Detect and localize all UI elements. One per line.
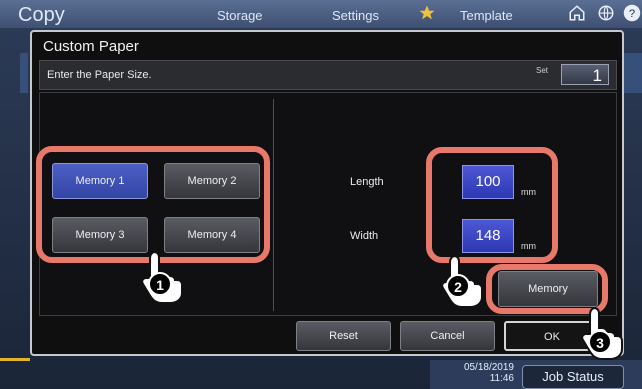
nav-settings[interactable]: Settings: [332, 8, 379, 23]
home-icon[interactable]: [568, 4, 586, 22]
dialog-title: Custom Paper: [43, 38, 139, 55]
nav-storage[interactable]: Storage: [217, 8, 263, 23]
date-text: 05/18/2019: [463, 362, 514, 373]
set-label: Set: [536, 66, 549, 75]
background-accent-line: [0, 358, 30, 361]
instruction-text: Enter the Paper Size.: [47, 69, 152, 81]
job-status-button[interactable]: Job Status: [522, 365, 624, 389]
status-bar: 05/18/2019 11:46 Job Status: [430, 360, 642, 389]
time-text: 11:46: [489, 373, 514, 384]
background-panel-edge: [20, 53, 28, 93]
set-count-field[interactable]: 1: [561, 64, 609, 85]
length-label: Length: [350, 176, 384, 188]
star-icon: [419, 5, 435, 20]
reset-button[interactable]: Reset: [296, 321, 391, 351]
memory-buttons-highlight: [36, 146, 270, 263]
app-title: Copy: [18, 4, 65, 26]
step-2-badge: 2: [446, 274, 470, 298]
nav-template[interactable]: Template: [460, 8, 513, 23]
svg-text:?: ?: [629, 8, 635, 20]
size-fields-highlight: [426, 147, 558, 263]
panel-divider: [273, 99, 274, 311]
top-bar: Copy Storage Settings Template ?: [0, 0, 642, 28]
globe-icon[interactable]: [597, 4, 615, 22]
step-3-badge: 3: [588, 330, 612, 354]
cancel-button[interactable]: Cancel: [400, 321, 495, 351]
step-1-badge: 1: [148, 272, 172, 296]
width-label: Width: [350, 230, 379, 242]
help-icon[interactable]: ?: [623, 4, 641, 22]
instruction-bar: Enter the Paper Size. Set 1: [39, 60, 617, 90]
date-time: 05/18/2019 11:46: [464, 362, 514, 384]
